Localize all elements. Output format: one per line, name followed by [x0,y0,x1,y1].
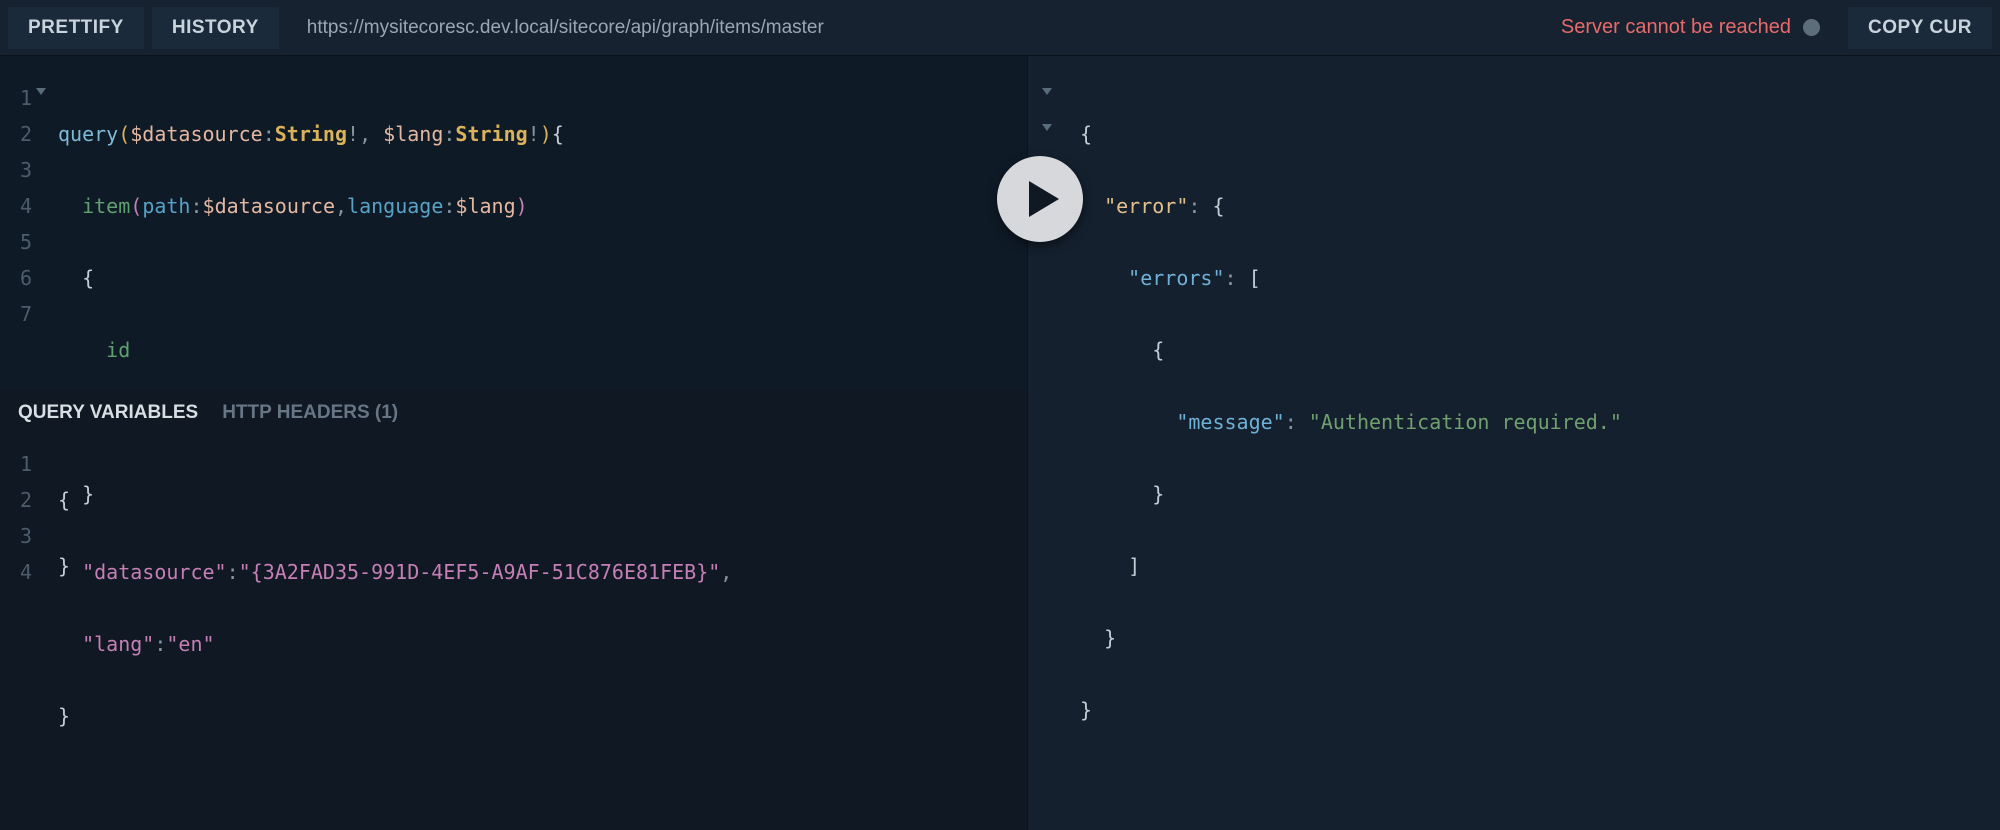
play-icon [1029,181,1059,217]
query-editor[interactable]: 1 2 3 4 5 6 7 query($datasource:String!,… [0,56,1027,388]
fold-caret-icon[interactable] [1042,88,1052,95]
status-text: Server cannot be reached [1561,16,1791,39]
response-viewer[interactable]: { "error": { "errors": [ { "message": "A… [1028,56,2000,800]
connection-status: Server cannot be reached [1541,16,1840,39]
vars-code[interactable]: { "datasource":"{3A2FAD35-991D-4EF5-A9AF… [42,446,1027,806]
tab-http-headers[interactable]: HTTP HEADERS (1) [222,402,398,424]
query-pane: 1 2 3 4 5 6 7 query($datasource:String!,… [0,56,1028,830]
main-area: 1 2 3 4 5 6 7 query($datasource:String!,… [0,56,2000,830]
status-dot-icon [1803,19,1820,36]
response-pane: { "error": { "errors": [ { "message": "A… [1028,56,2000,830]
variables-tabs: QUERY VARIABLES HTTP HEADERS (1) [0,388,1027,438]
history-button[interactable]: HISTORY [152,7,279,49]
fold-caret-icon[interactable] [36,88,46,95]
vars-line-gutter: 1 2 3 4 [0,446,42,806]
endpoint-input[interactable] [287,17,1533,39]
variables-editor[interactable]: 1 2 3 4 { "datasource":"{3A2FAD35-991D-4… [0,438,1027,830]
run-query-button[interactable] [997,156,1083,242]
toolbar: PRETTIFY HISTORY Server cannot be reache… [0,0,2000,56]
response-code: { "error": { "errors": [ { "message": "A… [1064,80,2000,800]
prettify-button[interactable]: PRETTIFY [8,7,144,49]
copy-curl-button[interactable]: COPY CUR [1848,7,1992,49]
variables-panel: QUERY VARIABLES HTTP HEADERS (1) 1 2 3 4… [0,388,1027,830]
fold-caret-icon[interactable] [1042,124,1052,131]
tab-query-variables[interactable]: QUERY VARIABLES [18,402,198,424]
